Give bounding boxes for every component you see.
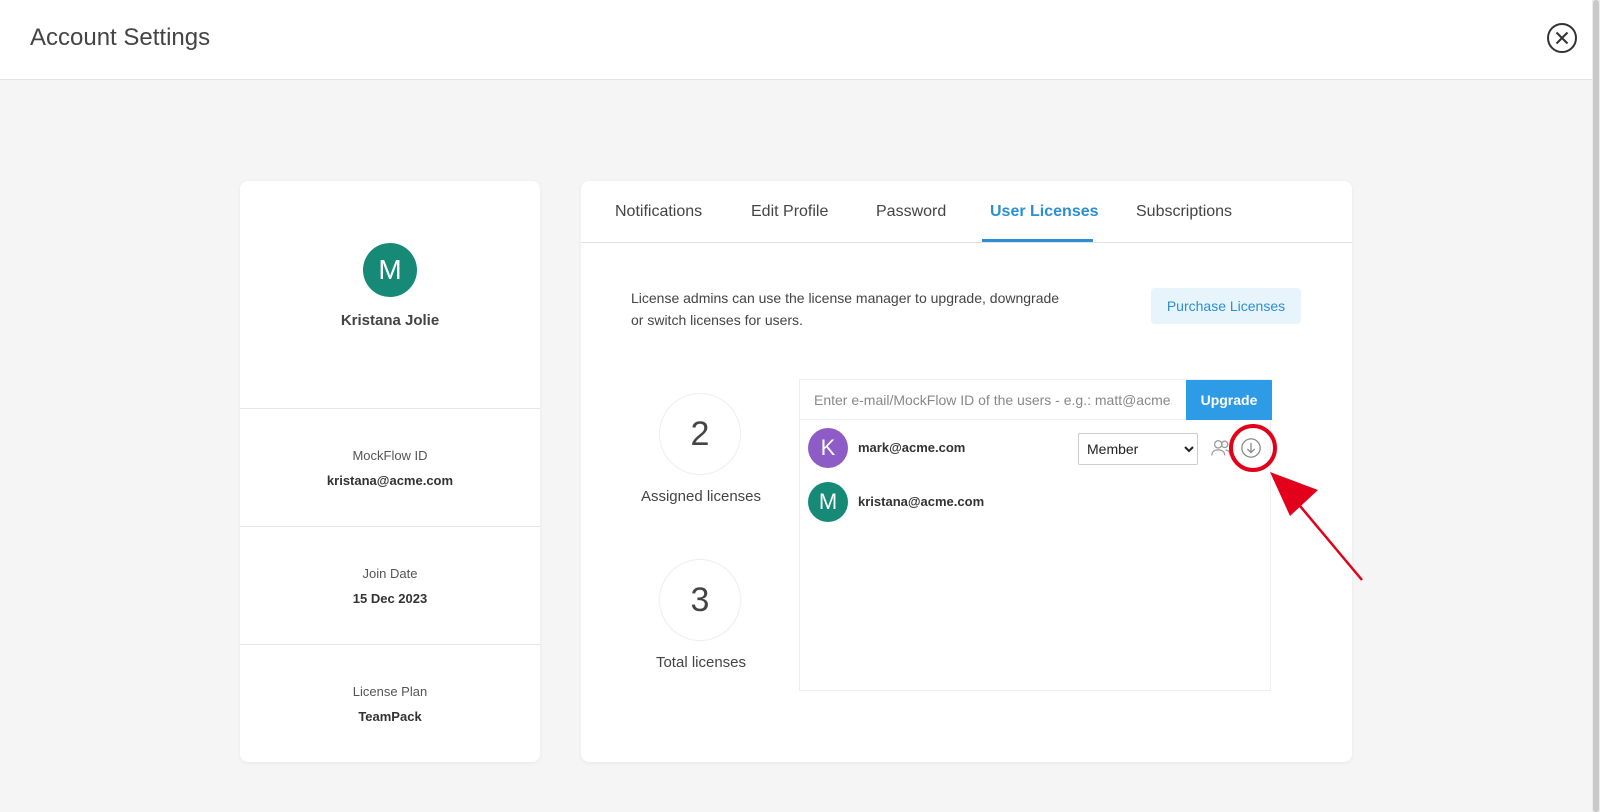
tab-password[interactable]: Password bbox=[876, 203, 946, 221]
active-tab-indicator bbox=[982, 239, 1093, 242]
mockflow-id-label: MockFlow ID bbox=[352, 448, 428, 463]
join-date-block: Join Date 15 Dec 2023 bbox=[240, 526, 540, 644]
total-licenses-count: 3 bbox=[659, 559, 741, 641]
user-license-panel: Upgrade K mark@acme.com Member M kristan… bbox=[799, 379, 1272, 691]
tab-notifications[interactable]: Notifications bbox=[615, 203, 702, 221]
annotation-arrow-icon bbox=[1270, 472, 1363, 581]
scrollbar-thumb[interactable] bbox=[1593, 0, 1599, 812]
avatar: K bbox=[808, 428, 848, 468]
license-plan-block: License Plan TeamPack bbox=[240, 644, 540, 762]
upgrade-button[interactable]: Upgrade bbox=[1186, 380, 1272, 420]
user-email: kristana@acme.com bbox=[858, 494, 985, 509]
user-email: mark@acme.com bbox=[858, 440, 966, 455]
assigned-licenses-count: 2 bbox=[659, 393, 741, 475]
close-icon[interactable] bbox=[1546, 22, 1578, 54]
scrollbar[interactable] bbox=[1592, 0, 1600, 812]
join-date-value: 15 Dec 2023 bbox=[352, 591, 428, 606]
user-email-input[interactable] bbox=[800, 380, 1186, 420]
page-title: Account Settings bbox=[30, 24, 211, 51]
highlight-circle bbox=[1229, 424, 1277, 472]
purchase-licenses-button[interactable]: Purchase Licenses bbox=[1151, 288, 1301, 324]
profile-name: Kristana Jolie bbox=[340, 312, 440, 329]
mockflow-id-block: MockFlow ID kristana@acme.com bbox=[240, 408, 540, 526]
license-plan-label: License Plan bbox=[352, 684, 428, 699]
avatar: M bbox=[808, 482, 848, 522]
avatar: M bbox=[363, 243, 417, 297]
profile-card: M Kristana Jolie MockFlow ID kristana@ac… bbox=[240, 181, 540, 762]
settings-card: Notifications Edit Profile Password User… bbox=[581, 181, 1352, 762]
tab-user-licenses[interactable]: User Licenses bbox=[990, 203, 1099, 221]
join-date-label: Join Date bbox=[362, 566, 418, 581]
license-description: License admins can use the license manag… bbox=[631, 290, 1060, 328]
role-select[interactable]: Member bbox=[1078, 433, 1198, 465]
list-item: M kristana@acme.com bbox=[808, 482, 1264, 524]
tab-edit-profile[interactable]: Edit Profile bbox=[751, 203, 828, 221]
total-licenses-label: Total licenses bbox=[655, 654, 747, 671]
tab-subscriptions[interactable]: Subscriptions bbox=[1136, 203, 1232, 221]
header-bar: Account Settings bbox=[0, 0, 1592, 80]
mockflow-id-value: kristana@acme.com bbox=[326, 473, 454, 488]
license-plan-value: TeamPack bbox=[358, 709, 422, 724]
list-item: K mark@acme.com Member bbox=[808, 428, 1264, 470]
assigned-licenses-label: Assigned licenses bbox=[640, 488, 762, 505]
tab-bar: Notifications Edit Profile Password User… bbox=[581, 181, 1352, 243]
